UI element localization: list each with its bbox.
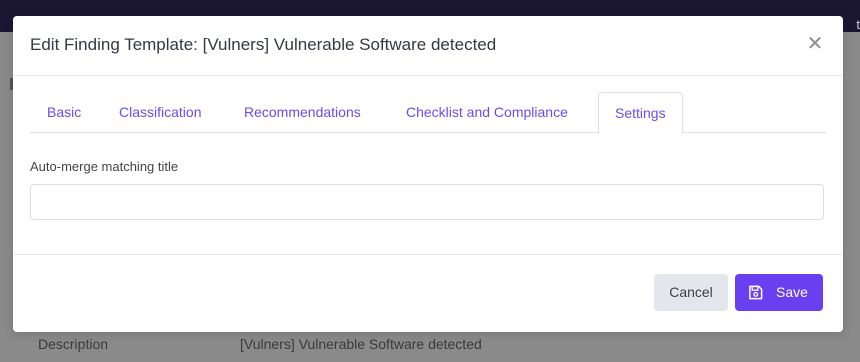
footer-divider: [13, 254, 843, 255]
edit-finding-template-modal: Edit Finding Template: [Vulners] Vulnera…: [13, 16, 843, 332]
description-value: [Vulners] Vulnerable Software detected: [240, 336, 482, 352]
auto-merge-title-input[interactable]: [30, 184, 824, 220]
tab-checklist-and-compliance[interactable]: Checklist and Compliance: [406, 92, 568, 131]
save-icon: [749, 285, 763, 300]
modal-header: Edit Finding Template: [Vulners] Vulnera…: [13, 16, 843, 76]
tab-recommendations[interactable]: Recommendations: [244, 92, 361, 131]
topbar-text: t: [856, 17, 860, 32]
tab-settings[interactable]: Settings: [598, 92, 683, 134]
cancel-button[interactable]: Cancel: [654, 274, 728, 311]
save-button[interactable]: Save: [735, 274, 823, 311]
close-icon[interactable]: ✕: [805, 34, 825, 54]
description-label: Description: [38, 336, 109, 352]
save-label: Save: [776, 284, 808, 300]
tab-basic[interactable]: Basic: [47, 92, 81, 131]
auto-merge-label: Auto-merge matching title: [30, 159, 179, 174]
tab-bar: Basic Classification Recommendations Che…: [30, 92, 826, 134]
modal-title: Edit Finding Template: [Vulners] Vulnera…: [30, 35, 497, 54]
tab-classification[interactable]: Classification: [119, 92, 201, 131]
